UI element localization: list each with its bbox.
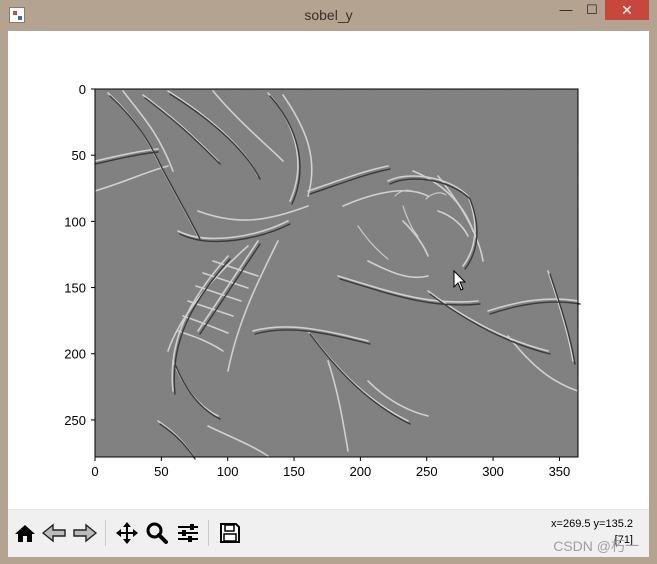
close-button[interactable]: ✕ [605, 0, 649, 20]
x-tick-label: 50 [154, 464, 168, 479]
toolbar-separator [208, 520, 209, 546]
y-tick-label: 100 [64, 214, 86, 229]
home-icon [14, 524, 35, 542]
x-tick-label: 100 [217, 464, 239, 479]
arrow-right-icon [72, 523, 97, 542]
y-tick-label: 0 [79, 82, 86, 97]
toolbar-separator [105, 520, 106, 546]
image-axes [94, 88, 581, 460]
figure-canvas-area: 0 50 100 150 200 250 300 350 0 50 100 150 200 250 [8, 31, 649, 557]
save-button[interactable] [215, 518, 244, 547]
y-tick-label: 50 [72, 148, 86, 163]
pan-button[interactable] [112, 518, 141, 547]
navigation-toolbar: x=269.5 y=135.2 [71] CSDN @朽一 [8, 509, 649, 557]
y-tick-label: 150 [64, 281, 86, 296]
y-tick-label: 250 [64, 413, 86, 428]
forward-button[interactable] [70, 518, 99, 547]
watermark: CSDN @朽一 [553, 538, 639, 554]
x-tick-label: 150 [283, 464, 305, 479]
title-bar[interactable]: sobel_y — ☐ ✕ [0, 0, 657, 30]
coords-xy: x=269.5 y=135.2 [551, 518, 633, 530]
y-axis: 0 50 100 150 200 250 [64, 82, 95, 428]
x-tick-label: 200 [350, 464, 372, 479]
zoom-button[interactable] [142, 518, 171, 547]
magnifier-icon [146, 522, 168, 544]
back-button[interactable] [39, 518, 68, 547]
x-tick-label: 300 [482, 464, 504, 479]
app-window: sobel_y — ☐ ✕ 0 50 100 150 200 250 300 3… [0, 0, 657, 564]
move-icon [115, 521, 138, 544]
x-axis: 0 50 100 150 200 250 300 350 [91, 457, 570, 479]
home-button[interactable] [10, 518, 39, 547]
x-tick-label: 250 [416, 464, 438, 479]
x-tick-label: 0 [91, 464, 98, 479]
minimize-button[interactable]: — [553, 0, 579, 20]
x-tick-label: 350 [549, 464, 571, 479]
configure-subplots-button[interactable] [173, 518, 202, 547]
sliders-icon [177, 523, 198, 542]
y-tick-label: 200 [64, 347, 86, 362]
plot-svg: 0 50 100 150 200 250 300 350 0 50 100 150 200 250 [64, 82, 581, 479]
maximize-button[interactable]: ☐ [579, 0, 605, 20]
figure[interactable]: 0 50 100 150 200 250 300 350 0 50 100 150 200 250 [8, 31, 649, 509]
floppy-disk-icon [219, 522, 240, 543]
arrow-left-icon [41, 523, 66, 542]
